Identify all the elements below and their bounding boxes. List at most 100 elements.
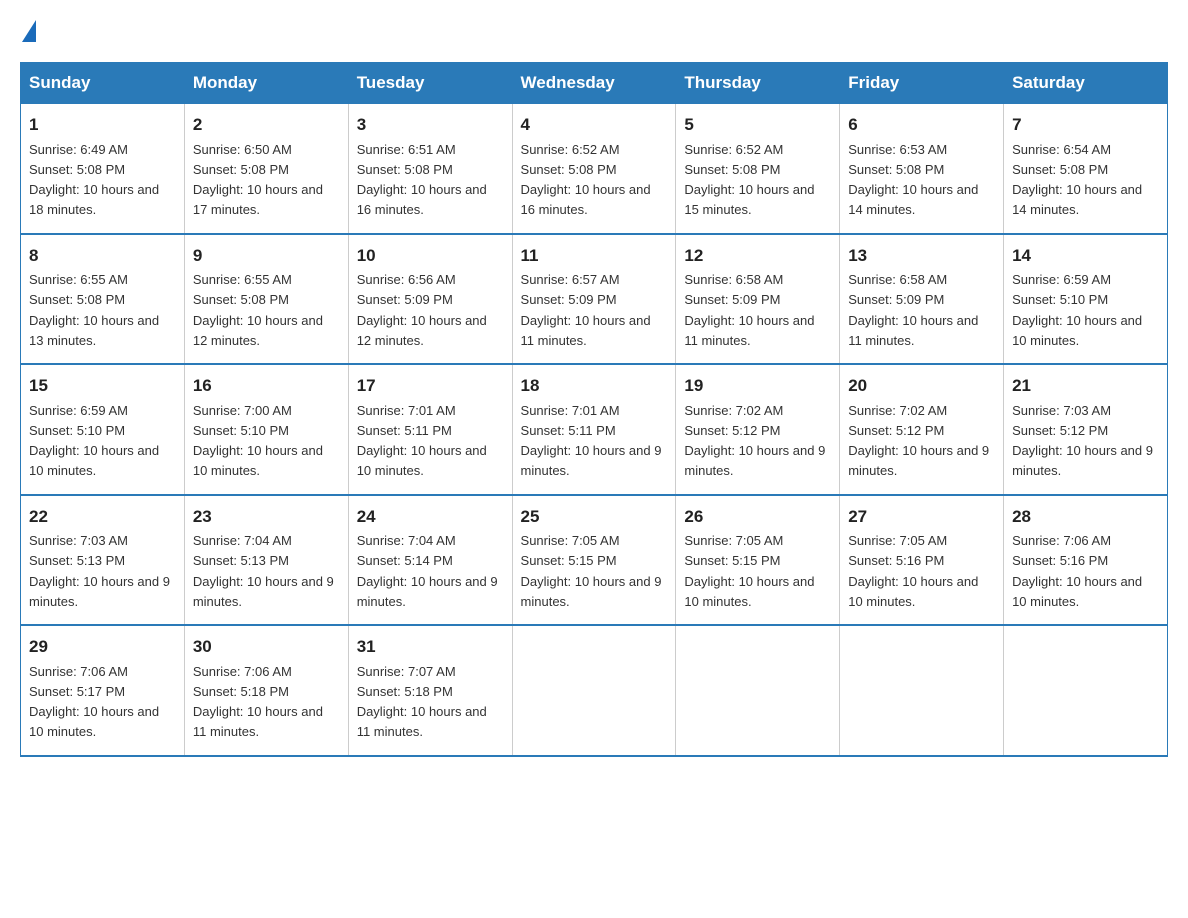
day-number: 22 [29,504,176,530]
day-number: 18 [521,373,668,399]
day-cell: 22 Sunrise: 7:03 AMSunset: 5:13 PMDayligh… [21,495,185,626]
day-number: 31 [357,634,504,660]
day-info: Sunrise: 6:52 AMSunset: 5:08 PMDaylight:… [684,142,814,218]
day-cell: 5 Sunrise: 6:52 AMSunset: 5:08 PMDaylight… [676,104,840,234]
week-row-4: 22 Sunrise: 7:03 AMSunset: 5:13 PMDayligh… [21,495,1168,626]
day-cell: 10 Sunrise: 6:56 AMSunset: 5:09 PMDayligh… [348,234,512,365]
day-cell: 30 Sunrise: 7:06 AMSunset: 5:18 PMDayligh… [184,625,348,756]
day-cell: 17 Sunrise: 7:01 AMSunset: 5:11 PMDayligh… [348,364,512,495]
day-info: Sunrise: 7:01 AMSunset: 5:11 PMDaylight:… [357,403,487,479]
day-number: 29 [29,634,176,660]
day-info: Sunrise: 7:06 AMSunset: 5:16 PMDaylight:… [1012,533,1142,609]
header-wednesday: Wednesday [512,63,676,104]
day-info: Sunrise: 7:06 AMSunset: 5:18 PMDaylight:… [193,664,323,740]
day-cell: 21 Sunrise: 7:03 AMSunset: 5:12 PMDayligh… [1004,364,1168,495]
day-info: Sunrise: 7:04 AMSunset: 5:14 PMDaylight:… [357,533,498,609]
day-cell: 9 Sunrise: 6:55 AMSunset: 5:08 PMDaylight… [184,234,348,365]
day-number: 1 [29,112,176,138]
day-info: Sunrise: 6:55 AMSunset: 5:08 PMDaylight:… [193,272,323,348]
week-row-3: 15 Sunrise: 6:59 AMSunset: 5:10 PMDayligh… [21,364,1168,495]
day-info: Sunrise: 6:49 AMSunset: 5:08 PMDaylight:… [29,142,159,218]
day-number: 11 [521,243,668,269]
day-number: 19 [684,373,831,399]
day-info: Sunrise: 6:52 AMSunset: 5:08 PMDaylight:… [521,142,651,218]
day-info: Sunrise: 7:03 AMSunset: 5:12 PMDaylight:… [1012,403,1153,479]
day-info: Sunrise: 6:59 AMSunset: 5:10 PMDaylight:… [29,403,159,479]
day-info: Sunrise: 6:53 AMSunset: 5:08 PMDaylight:… [848,142,978,218]
day-cell: 16 Sunrise: 7:00 AMSunset: 5:10 PMDayligh… [184,364,348,495]
day-info: Sunrise: 6:58 AMSunset: 5:09 PMDaylight:… [684,272,814,348]
day-number: 9 [193,243,340,269]
day-number: 16 [193,373,340,399]
day-number: 26 [684,504,831,530]
day-info: Sunrise: 7:05 AMSunset: 5:15 PMDaylight:… [684,533,814,609]
day-info: Sunrise: 6:55 AMSunset: 5:08 PMDaylight:… [29,272,159,348]
day-number: 17 [357,373,504,399]
day-info: Sunrise: 6:51 AMSunset: 5:08 PMDaylight:… [357,142,487,218]
day-number: 30 [193,634,340,660]
day-number: 23 [193,504,340,530]
day-cell: 14 Sunrise: 6:59 AMSunset: 5:10 PMDayligh… [1004,234,1168,365]
day-info: Sunrise: 7:01 AMSunset: 5:11 PMDaylight:… [521,403,662,479]
day-cell: 4 Sunrise: 6:52 AMSunset: 5:08 PMDaylight… [512,104,676,234]
day-cell: 8 Sunrise: 6:55 AMSunset: 5:08 PMDaylight… [21,234,185,365]
header-tuesday: Tuesday [348,63,512,104]
header-sunday: Sunday [21,63,185,104]
day-info: Sunrise: 7:03 AMSunset: 5:13 PMDaylight:… [29,533,170,609]
day-info: Sunrise: 7:05 AMSunset: 5:15 PMDaylight:… [521,533,662,609]
calendar-table: SundayMondayTuesdayWednesdayThursdayFrid… [20,62,1168,757]
day-info: Sunrise: 7:06 AMSunset: 5:17 PMDaylight:… [29,664,159,740]
day-number: 10 [357,243,504,269]
day-cell: 15 Sunrise: 6:59 AMSunset: 5:10 PMDayligh… [21,364,185,495]
day-number: 4 [521,112,668,138]
day-cell: 1 Sunrise: 6:49 AMSunset: 5:08 PMDaylight… [21,104,185,234]
day-number: 5 [684,112,831,138]
day-info: Sunrise: 7:05 AMSunset: 5:16 PMDaylight:… [848,533,978,609]
day-number: 12 [684,243,831,269]
day-info: Sunrise: 7:04 AMSunset: 5:13 PMDaylight:… [193,533,334,609]
day-cell: 6 Sunrise: 6:53 AMSunset: 5:08 PMDaylight… [840,104,1004,234]
day-info: Sunrise: 7:00 AMSunset: 5:10 PMDaylight:… [193,403,323,479]
day-cell: 11Sunrise: 6:57 AMSunset: 5:09 PMDayligh… [512,234,676,365]
day-cell: 19 Sunrise: 7:02 AMSunset: 5:12 PMDayligh… [676,364,840,495]
day-cell: 25Sunrise: 7:05 AMSunset: 5:15 PMDayligh… [512,495,676,626]
day-cell: 26 Sunrise: 7:05 AMSunset: 5:15 PMDayligh… [676,495,840,626]
day-cell: 29 Sunrise: 7:06 AMSunset: 5:17 PMDayligh… [21,625,185,756]
day-cell: 31 Sunrise: 7:07 AMSunset: 5:18 PMDayligh… [348,625,512,756]
logo-triangle-icon [22,20,36,42]
day-info: Sunrise: 7:07 AMSunset: 5:18 PMDaylight:… [357,664,487,740]
day-number: 7 [1012,112,1159,138]
day-info: Sunrise: 6:58 AMSunset: 5:09 PMDaylight:… [848,272,978,348]
day-cell: 27 Sunrise: 7:05 AMSunset: 5:16 PMDayligh… [840,495,1004,626]
day-cell: 13 Sunrise: 6:58 AMSunset: 5:09 PMDayligh… [840,234,1004,365]
day-number: 13 [848,243,995,269]
day-number: 15 [29,373,176,399]
day-number: 8 [29,243,176,269]
header-saturday: Saturday [1004,63,1168,104]
week-row-2: 8 Sunrise: 6:55 AMSunset: 5:08 PMDaylight… [21,234,1168,365]
day-cell: 2 Sunrise: 6:50 AMSunset: 5:08 PMDaylight… [184,104,348,234]
day-info: Sunrise: 6:50 AMSunset: 5:08 PMDaylight:… [193,142,323,218]
day-cell: 3Sunrise: 6:51 AMSunset: 5:08 PMDaylight… [348,104,512,234]
week-row-5: 29 Sunrise: 7:06 AMSunset: 5:17 PMDayligh… [21,625,1168,756]
header-monday: Monday [184,63,348,104]
day-number: 14 [1012,243,1159,269]
day-info: Sunrise: 6:54 AMSunset: 5:08 PMDaylight:… [1012,142,1142,218]
day-cell [1004,625,1168,756]
day-cell [676,625,840,756]
day-cell: 18 Sunrise: 7:01 AMSunset: 5:11 PMDayligh… [512,364,676,495]
day-info: Sunrise: 7:02 AMSunset: 5:12 PMDaylight:… [684,403,825,479]
day-number: 24 [357,504,504,530]
day-number: 2 [193,112,340,138]
logo [20,20,36,42]
day-header-row: SundayMondayTuesdayWednesdayThursdayFrid… [21,63,1168,104]
day-number: 27 [848,504,995,530]
day-info: Sunrise: 6:59 AMSunset: 5:10 PMDaylight:… [1012,272,1142,348]
week-row-1: 1 Sunrise: 6:49 AMSunset: 5:08 PMDaylight… [21,104,1168,234]
day-cell: 12 Sunrise: 6:58 AMSunset: 5:09 PMDayligh… [676,234,840,365]
day-info: Sunrise: 6:56 AMSunset: 5:09 PMDaylight:… [357,272,487,348]
day-number: 21 [1012,373,1159,399]
day-info: Sunrise: 7:02 AMSunset: 5:12 PMDaylight:… [848,403,989,479]
day-number: 6 [848,112,995,138]
day-number: 28 [1012,504,1159,530]
